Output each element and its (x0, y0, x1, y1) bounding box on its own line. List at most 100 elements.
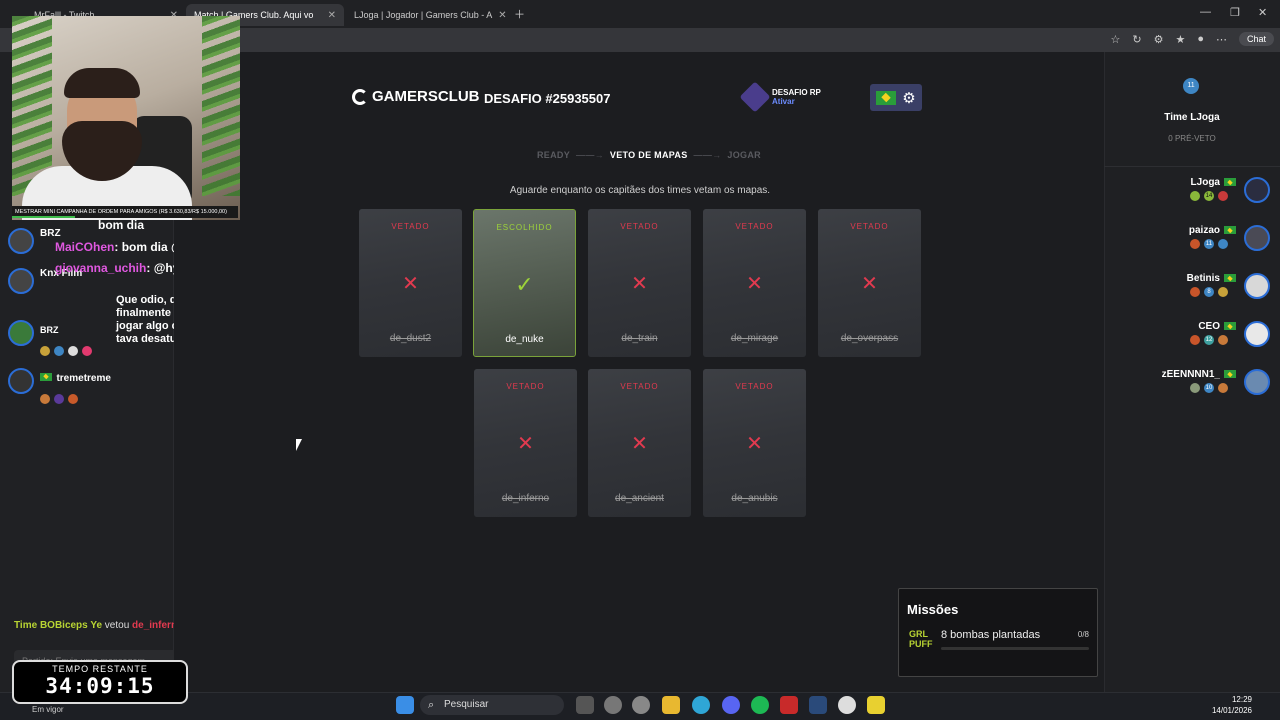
countdown-timer: TEMPO RESTANTE 34:09:15 (12, 660, 188, 704)
rank-badge (1190, 191, 1200, 201)
lobby-member[interactable]: BRZ (8, 320, 96, 360)
player-row[interactable]: zEENNNN1_ 10 (1110, 367, 1274, 397)
player-badges: 8 (1190, 287, 1228, 297)
map-status: VETADO (735, 382, 774, 391)
map-status: ESCOLHIDO (496, 223, 553, 232)
veto-x-icon: ✕ (631, 433, 648, 455)
mission-logo-icon: GRL PUFF (909, 629, 933, 649)
app-icon[interactable] (780, 696, 798, 714)
rank-badge (1190, 239, 1200, 249)
map-card-train[interactable]: VETADO ✕ de_train (588, 209, 691, 357)
task-view-icon[interactable] (576, 696, 594, 714)
rp-activate-link[interactable]: Ativar (772, 97, 821, 106)
tab-label: LJoga | Jogador | Gamers Club - A (354, 10, 493, 20)
hair (64, 68, 140, 98)
copilot-chat-button[interactable]: Chat (1238, 32, 1274, 46)
spotify-icon[interactable] (751, 696, 769, 714)
map-name: de_inferno (501, 493, 550, 504)
weapon-icon (1218, 191, 1228, 201)
desafio-rp-widget[interactable]: DESAFIO RP Ativar (739, 81, 821, 113)
region-settings-button[interactable]: ⚙ (870, 84, 922, 111)
avatar (8, 268, 34, 294)
brazil-flag-icon (876, 90, 897, 105)
favorite-icon[interactable]: ☆ (1110, 33, 1120, 46)
streamer-webcam (12, 16, 240, 220)
map-card-dust2[interactable]: VETADO ✕ de_dust2 (359, 209, 462, 357)
close-icon[interactable]: ✕ (328, 10, 336, 21)
brazil-flag-icon (1224, 178, 1236, 187)
app-icon[interactable] (632, 696, 650, 714)
check-icon: ✓ (515, 272, 534, 297)
map-name: de_nuke (505, 334, 544, 345)
timer-value: 34:09:15 (45, 674, 155, 698)
windows-start-icon[interactable] (396, 696, 414, 714)
favorites-icon[interactable]: ★ (1175, 33, 1185, 46)
map-status: VETADO (620, 222, 659, 231)
player-row[interactable]: paizao 11 (1110, 223, 1274, 253)
veto-notification: Time BOBiceps Ye vetou de_inferno (14, 620, 183, 631)
step-play: JOGAR (727, 150, 761, 160)
arrow-icon: ——→ (693, 150, 722, 160)
veto-x-icon: ✕ (517, 433, 534, 455)
gear-icon[interactable]: ⚙ (902, 89, 915, 107)
taskbar-search[interactable]: ⌕ Pesquisar (420, 695, 564, 715)
discord-icon[interactable] (722, 696, 740, 714)
avatar[interactable] (1244, 369, 1270, 395)
map-status: VETADO (391, 222, 430, 231)
map-status: VETADO (735, 222, 774, 231)
player-name: paizao (1188, 225, 1220, 236)
system-clock[interactable]: 12:29 14/01/2026 (1212, 694, 1252, 716)
player-row[interactable]: LJoga 14 (1110, 175, 1274, 205)
avatar[interactable] (1244, 321, 1270, 347)
player-name: LJoga (1190, 177, 1220, 188)
map-card-anubis[interactable]: VETADO ✕ de_anubis (703, 369, 806, 517)
map-card-inferno[interactable]: VETADO ✕ de_inferno (474, 369, 577, 517)
mission-progress-bar (941, 647, 1089, 650)
close-icon[interactable]: ✕ (498, 10, 506, 21)
player-row[interactable]: CEO 12 (1110, 319, 1274, 349)
edge-icon[interactable] (692, 696, 710, 714)
file-explorer-icon[interactable] (662, 696, 680, 714)
level-badge: 11 (1204, 239, 1214, 249)
mission-task: 8 bombas plantadas (941, 629, 1041, 641)
refresh-icon[interactable]: ↻ (1132, 33, 1141, 46)
avatar (8, 320, 34, 346)
member-name: tremetreme (56, 373, 111, 384)
extensions-icon[interactable]: ⚙ (1154, 33, 1164, 46)
minimize-icon[interactable]: — (1200, 6, 1211, 18)
profile-icon[interactable]: ● (1197, 33, 1204, 45)
avatar[interactable] (1244, 273, 1270, 299)
avatar[interactable] (1244, 225, 1270, 251)
map-card-nuke[interactable]: ESCOLHIDO ✓ de_nuke (473, 209, 576, 357)
restore-icon[interactable]: ❐ (1230, 6, 1240, 19)
map-card-ancient[interactable]: VETADO ✕ de_ancient (588, 369, 691, 517)
missions-card[interactable]: Missões GRL PUFF 8 bombas plantadas 0/8 (898, 588, 1098, 677)
team-preveto-count: 0 PRÉ-VETO (1168, 134, 1216, 143)
map-card-mirage[interactable]: VETADO ✕ de_mirage (703, 209, 806, 357)
player-row[interactable]: Betinis 8 (1110, 271, 1274, 301)
level-badge (54, 345, 64, 356)
level-badge: 14 (1204, 191, 1214, 201)
team-level-badge: 11 (1183, 78, 1199, 94)
tab-ljoga[interactable]: LJoga | Jogador | Gamers Club - A ✕ (346, 4, 506, 26)
veto-verb: vetou (104, 620, 130, 631)
close-window-icon[interactable]: ✕ (1258, 6, 1267, 19)
app-icon[interactable] (604, 696, 622, 714)
search-label: Pesquisar (444, 699, 489, 710)
gamersclub-icon[interactable] (838, 696, 856, 714)
veto-x-icon: ✕ (402, 273, 419, 295)
step-veto: VETO DE MAPAS (609, 150, 688, 160)
medal-badge (68, 393, 78, 404)
avatar[interactable] (1244, 177, 1270, 203)
app-icon[interactable] (867, 696, 885, 714)
more-icon[interactable]: ⋯ (1216, 33, 1227, 46)
search-icon: ⌕ (428, 699, 435, 711)
rp-icon (739, 81, 771, 113)
new-tab-icon[interactable]: ＋ (514, 6, 525, 22)
lobby-member[interactable]: tremetreme (8, 368, 111, 408)
map-card-overpass[interactable]: VETADO ✕ de_overpass (818, 209, 921, 357)
steam-icon[interactable] (809, 696, 827, 714)
gamersclub-logo[interactable]: GAMERSCLUB (352, 88, 480, 105)
lobby-member[interactable]: BRZ (8, 228, 61, 254)
rank-badge (1190, 287, 1200, 297)
